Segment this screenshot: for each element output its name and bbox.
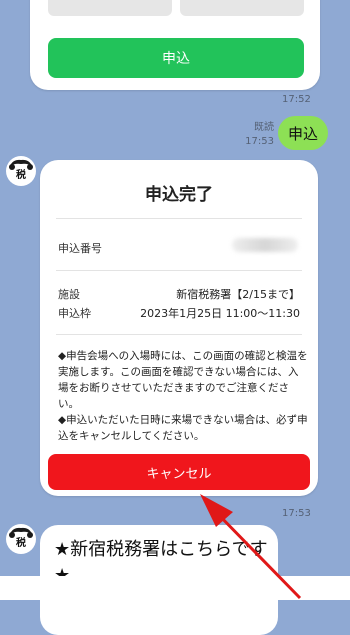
cancel-button[interactable]: キャンセル [48,454,310,490]
previous-message-card: 申込 [30,0,320,90]
previous-card-right-button[interactable] [180,0,304,16]
notice-cancel: ◆申込いただいた日時に来場できない場合は、必ず申込をキャンセルしてください。 [58,414,308,442]
slot-value: 2023年1月25日 11:00～11:30 [140,307,300,320]
user-message-bubble: 申込 [278,116,328,150]
read-receipt: 既読 17:53 [245,122,274,147]
tax-office-mascot-icon: 税 [8,158,34,184]
notice-entry: ◆申告会場への入場時には、この画面の確認と検温を実施します。この画面を確認できな… [58,350,308,410]
bot-avatar[interactable]: 税 [6,524,36,554]
bottom-bar [0,576,350,600]
svg-text:税: 税 [16,168,26,181]
bot-avatar[interactable]: 税 [6,156,36,186]
message-time: 17:52 [282,94,311,105]
application-complete-card: 申込完了 申込番号 施設 新宿税務署【2/15まで】 申込枠 2023年1月25… [40,160,318,496]
divider [56,218,302,219]
message-time: 17:53 [282,508,311,519]
notice-text: ◆申告会場への入場時には、この画面の確認と検温を実施します。この画面を確認できな… [58,348,308,444]
facility-label: 施設 [58,288,80,301]
previous-card-left-button[interactable] [48,0,172,16]
divider [56,334,302,335]
card-title: 申込完了 [145,185,213,205]
svg-text:税: 税 [16,536,26,549]
tax-office-mascot-icon: 税 [8,526,34,552]
apply-button[interactable]: 申込 [48,38,304,78]
facility-value: 新宿税務署【2/15まで】 [176,288,300,301]
application-number-value-redacted [232,238,298,252]
application-number-label: 申込番号 [58,242,102,255]
slot-label: 申込枠 [58,307,91,320]
previous-card-buttons [48,0,304,16]
divider [56,270,302,271]
